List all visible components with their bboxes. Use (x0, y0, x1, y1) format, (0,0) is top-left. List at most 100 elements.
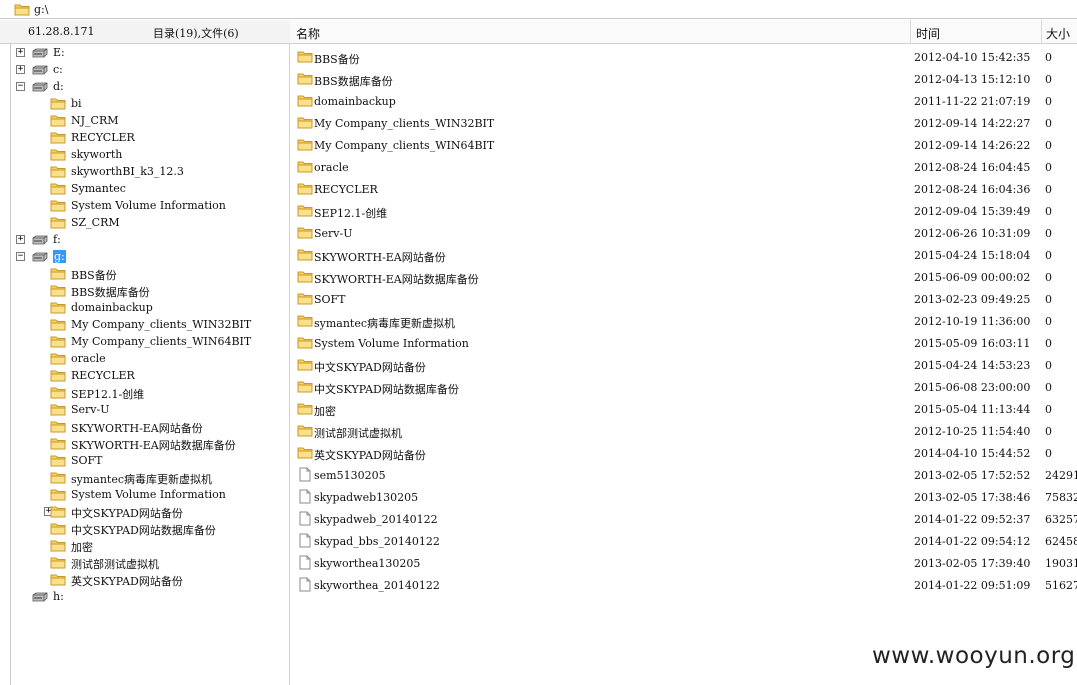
folder-row[interactable]: SKYWORTH-EA网站数据库备份 2015-06-09 00:00:02 0 (290, 266, 1077, 288)
file-row[interactable]: skyworthea130205 2013-02-05 17:39:40 19031… (290, 552, 1077, 574)
directory-tree[interactable]: + E: + c: − d: bi NJ_CRM RECYCLER skyworth skywort… (10, 44, 290, 685)
entry-name: SKYWORTH-EA网站备份 (314, 251, 446, 264)
entry-size: 0 (1045, 117, 1052, 130)
folder-icon (50, 335, 66, 351)
drive-icon (31, 252, 49, 265)
current-path: g:\ (34, 3, 49, 16)
expand-icon[interactable]: + (16, 65, 25, 74)
tree-node-label: BBS数据库备份 (71, 286, 150, 299)
expand-icon[interactable]: + (16, 48, 25, 57)
folder-row[interactable]: 测试部测试虚拟机 2012-10-25 11:54:40 0 (290, 420, 1077, 442)
folder-row[interactable]: 英文SKYPAD网站备份 2014-04-10 15:44:52 0 (290, 442, 1077, 464)
entry-name: skyworthea_20140122 (314, 579, 440, 592)
entry-time: 2012-04-10 15:42:35 (914, 51, 1031, 64)
entry-time: 2012-04-13 15:12:10 (914, 73, 1031, 86)
tree-node-label: Symantec (71, 182, 126, 195)
folder-icon (297, 226, 313, 242)
tree-node-label: NJ_CRM (71, 114, 119, 127)
entry-time: 2012-09-04 15:39:49 (914, 205, 1031, 218)
entry-size: 0 (1045, 315, 1052, 328)
folder-icon (50, 199, 66, 215)
drive-icon (31, 48, 49, 61)
folder-icon (50, 488, 66, 504)
status-bar: 61.28.8.171 目录(19),文件(6) (0, 20, 290, 44)
entry-time: 2014-01-22 09:54:12 (914, 535, 1031, 548)
folder-row[interactable]: symantec病毒库更新虚拟机 2012-10-19 11:36:00 0 (290, 310, 1077, 332)
file-row[interactable]: sem5130205 2013-02-05 17:52:52 242917 (290, 464, 1077, 486)
column-header-name[interactable]: 名称 (296, 25, 320, 42)
column-header-size[interactable]: 大小 (1046, 25, 1070, 42)
tree-node-label: SOFT (71, 454, 103, 467)
folder-row[interactable]: BBS数据库备份 2012-04-13 15:12:10 0 (290, 68, 1077, 90)
entry-size: 758323 (1045, 491, 1077, 504)
folder-row[interactable]: SOFT 2013-02-23 09:49:25 0 (290, 288, 1077, 310)
entry-size: 0 (1045, 161, 1052, 174)
file-row[interactable]: skypadweb130205 2013-02-05 17:38:46 758323 (290, 486, 1077, 508)
folder-icon (14, 3, 30, 19)
folder-icon (50, 522, 66, 538)
folder-icon (50, 539, 66, 555)
tree-node-label: skyworth (71, 148, 123, 161)
folder-icon (50, 182, 66, 198)
folder-row[interactable]: Serv-U 2012-06-26 10:31:09 0 (290, 222, 1077, 244)
folder-icon (297, 402, 313, 418)
column-header-time[interactable]: 时间 (916, 25, 940, 42)
folder-icon (50, 556, 66, 572)
column-divider[interactable] (910, 20, 911, 44)
folder-icon (50, 437, 66, 453)
folder-row[interactable]: 中文SKYPAD网站备份 2015-04-24 14:53:23 0 (290, 354, 1077, 376)
collapse-icon[interactable]: − (16, 252, 25, 261)
file-row[interactable]: skyworthea_20140122 2014-01-22 09:51:09 51… (290, 574, 1077, 596)
tree-node-label: 英文SKYPAD网站备份 (71, 575, 183, 588)
tree-node-label: E: (53, 46, 65, 59)
entry-name: skyworthea130205 (314, 557, 421, 570)
folder-row[interactable]: SKYWORTH-EA网站备份 2015-04-24 15:18:04 0 (290, 244, 1077, 266)
entry-name: 测试部测试虚拟机 (314, 427, 402, 440)
folder-row[interactable]: domainbackup 2011-11-22 21:07:19 0 (290, 90, 1077, 112)
path-bar[interactable]: g:\ (0, 0, 1077, 19)
list-header: 名称 时间 大小 (290, 20, 1077, 44)
folder-icon (297, 138, 313, 154)
folder-icon (50, 114, 66, 130)
file-icon (299, 555, 311, 573)
tree-node-label: h: (53, 590, 64, 603)
entry-time: 2012-08-24 16:04:45 (914, 161, 1031, 174)
entry-time: 2012-09-14 14:22:27 (914, 117, 1031, 130)
entry-size: 0 (1045, 447, 1052, 460)
server-ip: 61.28.8.171 (28, 25, 95, 38)
tree-node-label: 测试部测试虚拟机 (71, 558, 159, 571)
folder-row[interactable]: oracle 2012-08-24 16:04:45 0 (290, 156, 1077, 178)
entry-time: 2015-04-24 15:18:04 (914, 249, 1031, 262)
folder-row[interactable]: My Company_clients_WIN64BIT 2012-09-14 14… (290, 134, 1077, 156)
entry-name: My Company_clients_WIN32BIT (314, 117, 495, 130)
entry-time: 2014-04-10 15:44:52 (914, 447, 1031, 460)
folder-icon (50, 284, 66, 300)
folder-icon (50, 454, 66, 470)
expand-icon[interactable]: + (16, 235, 25, 244)
tree-node-label: bi (71, 97, 82, 110)
folder-icon (50, 369, 66, 385)
collapse-icon[interactable]: − (16, 82, 25, 91)
entry-time: 2011-11-22 21:07:19 (914, 95, 1031, 108)
folder-row[interactable]: SEP12.1-创维 2012-09-04 15:39:49 0 (290, 200, 1077, 222)
file-row[interactable]: skypadweb_20140122 2014-01-22 09:52:37 632… (290, 508, 1077, 530)
file-row[interactable]: skypad_bbs_20140122 2014-01-22 09:54:12 62… (290, 530, 1077, 552)
entry-name: 加密 (314, 405, 336, 418)
entry-time: 2013-02-05 17:39:40 (914, 557, 1031, 570)
folder-row[interactable]: My Company_clients_WIN32BIT 2012-09-14 14… (290, 112, 1077, 134)
entry-size: 0 (1045, 139, 1052, 152)
folder-icon (297, 358, 313, 374)
folder-row[interactable]: System Volume Information 2015-05-09 16:0… (290, 332, 1077, 354)
tree-node-label: BBS备份 (71, 269, 117, 282)
folder-row[interactable]: 加密 2015-05-04 11:13:44 0 (290, 398, 1077, 420)
folder-row[interactable]: RECYCLER 2012-08-24 16:04:36 0 (290, 178, 1077, 200)
entry-name: SEP12.1-创维 (314, 207, 388, 220)
column-divider[interactable] (1041, 20, 1042, 44)
folder-row[interactable]: BBS备份 2012-04-10 15:42:35 0 (290, 46, 1077, 68)
file-list[interactable]: BBS备份 2012-04-10 15:42:35 0 BBS数据库备份 2012-04… (290, 44, 1077, 685)
entry-time: 2015-05-09 16:03:11 (914, 337, 1031, 350)
entry-name: RECYCLER (314, 183, 378, 196)
folder-row[interactable]: 中文SKYPAD网站数据库备份 2015-06-08 23:00:00 0 (290, 376, 1077, 398)
folder-icon (297, 160, 313, 176)
entry-size: 0 (1045, 381, 1052, 394)
